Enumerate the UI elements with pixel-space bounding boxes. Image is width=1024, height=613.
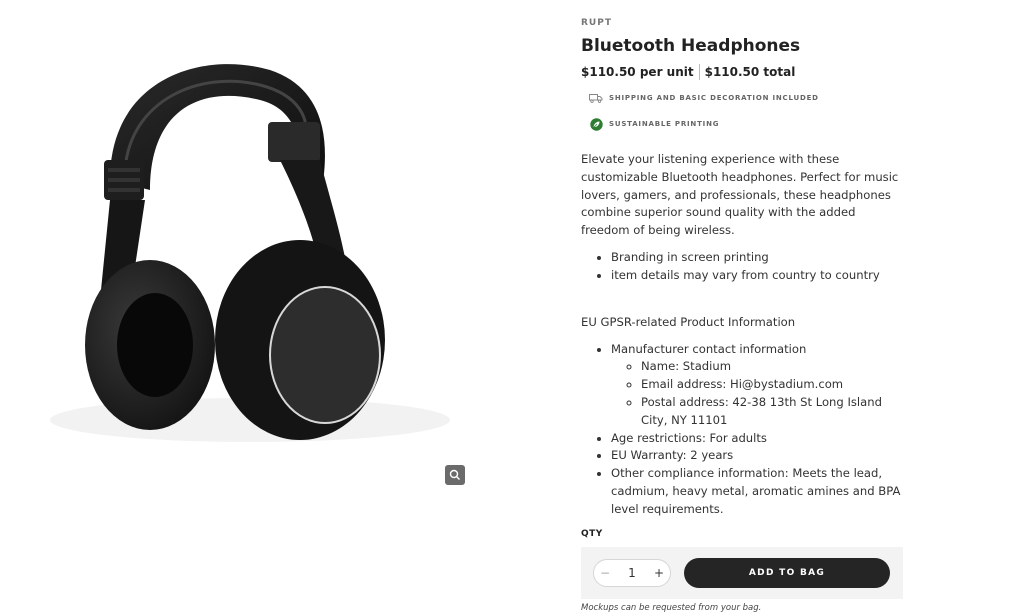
list-item: Age restrictions: For adults [611, 430, 903, 448]
leaf-icon [589, 117, 603, 131]
gpsr-heading: EU GPSR-related Product Information [581, 314, 796, 329]
product-description: Elevate your listening experience with t… [581, 152, 899, 238]
gpsr-list: Manufacturer contact information Name: S… [581, 341, 903, 519]
headphones-product-image[interactable] [0, 0, 480, 500]
manufacturer-details: Name: Stadium Email address: Hi@bystadiu… [611, 358, 903, 429]
increment-button[interactable]: + [648, 566, 670, 580]
zoom-button[interactable] [445, 465, 465, 485]
feature-label: SUSTAINABLE PRINTING [609, 120, 720, 128]
quantity-value[interactable]: 1 [621, 566, 643, 580]
manufacturer-label: Manufacturer contact information [611, 341, 807, 356]
price-per-unit: $110.50 per unit [581, 65, 694, 79]
decrement-button[interactable]: − [594, 566, 616, 580]
feature-label: SHIPPING AND BASIC DECORATION INCLUDED [609, 94, 819, 102]
purchase-box: − 1 + ADD TO BAG [581, 546, 903, 599]
add-to-bag-button[interactable]: ADD TO BAG [684, 557, 890, 588]
product-title: Bluetooth Headphones [581, 36, 801, 56]
price-row: $110.50 per unit $110.50 total [581, 64, 903, 80]
list-item: Branding in screen printing [611, 249, 903, 267]
feature-shipping: SHIPPING AND BASIC DECORATION INCLUDED [589, 91, 903, 105]
truck-icon [589, 91, 603, 105]
list-item: Manufacturer contact information Name: S… [611, 341, 903, 430]
list-item: Postal address: 42-38 13th St Long Islan… [641, 394, 903, 430]
product-bullets: Branding in screen printing item details… [581, 249, 903, 285]
quantity-stepper[interactable]: − 1 + [593, 558, 671, 587]
list-item: item details may vary from country to co… [611, 267, 903, 285]
qty-label: QTY [581, 528, 603, 539]
list-item: Email address: Hi@bystadium.com [641, 376, 903, 394]
product-gallery [0, 0, 480, 608]
price-separator [698, 64, 700, 80]
list-item: Other compliance information: Meets the … [611, 465, 903, 518]
magnifier-icon [449, 469, 460, 480]
list-item: Name: Stadium [641, 358, 903, 376]
price-total: $110.50 total [704, 65, 796, 79]
product-info: RUPT Bluetooth Headphones $110.50 per un… [581, 18, 903, 613]
list-item: EU Warranty: 2 years [611, 447, 903, 465]
brand-label: RUPT [581, 18, 612, 28]
feature-sustainable: SUSTAINABLE PRINTING [589, 117, 903, 131]
